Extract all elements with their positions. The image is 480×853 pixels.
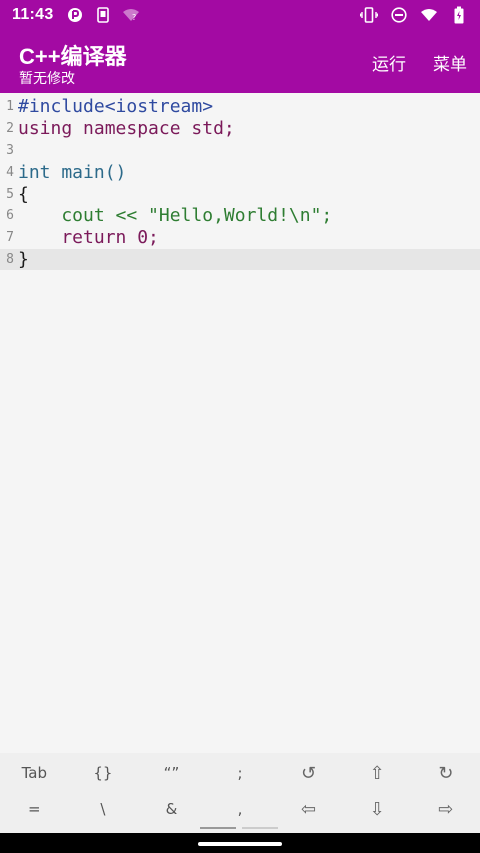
code-text[interactable]: cout << "Hello,World!\n"; xyxy=(16,205,332,226)
line-number: 1 xyxy=(6,99,14,115)
code-text[interactable]: } xyxy=(16,249,29,270)
do-not-disturb-icon xyxy=(390,6,408,24)
braces-key[interactable]: {} xyxy=(69,764,138,782)
code-text[interactable]: using namespace std; xyxy=(16,118,235,139)
line-number: 3 xyxy=(6,142,14,158)
line-number: 2 xyxy=(6,121,14,137)
symbol-row: = \ & , ⇦ ⇩ ⇨ xyxy=(0,791,480,827)
phone-screen-icon xyxy=(94,6,112,24)
semicolon-key[interactable]: ; xyxy=(206,764,275,782)
arrow-left-icon[interactable]: ⇦ xyxy=(274,799,343,820)
code-line[interactable]: 6 cout << "Hello,World!\n"; xyxy=(0,205,480,227)
wifi-signal-icon xyxy=(420,6,438,24)
code-line[interactable]: 7 return 0; xyxy=(0,227,480,249)
code-editor[interactable]: 1 #include<iostream> 2 using namespace s… xyxy=(0,93,480,753)
svg-text:?: ? xyxy=(132,13,136,22)
line-number: 5 xyxy=(6,186,14,202)
menu-button[interactable]: 菜单 xyxy=(433,50,467,75)
run-button[interactable]: 运行 xyxy=(372,50,406,75)
tab-key[interactable]: Tab xyxy=(0,764,69,782)
line-number: 6 xyxy=(6,208,14,224)
arrow-right-icon[interactable]: ⇨ xyxy=(411,799,480,820)
code-line[interactable]: 2 using namespace std; xyxy=(0,118,480,140)
vibrate-icon xyxy=(360,6,378,24)
navigation-bar xyxy=(0,833,480,853)
code-text[interactable]: #include<iostream> xyxy=(16,96,213,117)
line-number: 7 xyxy=(6,230,14,246)
code-line[interactable]: 5 { xyxy=(0,183,480,205)
quotes-key[interactable]: “” xyxy=(137,764,206,782)
home-gesture-handle[interactable] xyxy=(198,842,282,846)
symbol-bar: Tab {} “” ; ↺ ⇧ ↻ = \ & , ⇦ ⇩ ⇨ xyxy=(0,753,480,833)
battery-icon xyxy=(450,6,468,24)
status-time: 11:43 xyxy=(12,6,54,23)
status-bar: 11:43 ? xyxy=(0,0,480,30)
line-number: 8 xyxy=(6,251,14,267)
code-text[interactable]: return 0; xyxy=(16,227,159,248)
equals-key[interactable]: = xyxy=(0,800,69,818)
scroll-indicator xyxy=(200,827,278,829)
undo-icon[interactable]: ↺ xyxy=(274,763,343,784)
scroll-indicator-active xyxy=(200,827,236,829)
ampersand-key[interactable]: & xyxy=(137,800,206,818)
backslash-key[interactable]: \ xyxy=(69,800,138,818)
app-title: C++编译器 xyxy=(19,44,127,69)
arrow-up-icon[interactable]: ⇧ xyxy=(343,763,412,784)
arrow-down-icon[interactable]: ⇩ xyxy=(343,799,412,820)
line-number: 4 xyxy=(6,164,14,180)
symbol-row: Tab {} “” ; ↺ ⇧ ↻ xyxy=(0,755,480,791)
comma-key[interactable]: , xyxy=(206,800,275,818)
code-line[interactable]: 4 int main() xyxy=(0,161,480,183)
app-notification-icon xyxy=(66,6,84,24)
wifi-question-icon: ? xyxy=(122,6,140,24)
redo-icon[interactable]: ↻ xyxy=(411,763,480,784)
code-text[interactable]: int main() xyxy=(16,162,126,183)
app-subtitle: 暂无修改 xyxy=(19,70,75,86)
app-bar: C++编译器 暂无修改 运行 菜单 xyxy=(0,30,480,93)
code-line[interactable]: 1 #include<iostream> xyxy=(0,96,480,118)
code-line-current[interactable]: 8 } xyxy=(0,248,480,271)
scroll-indicator-inactive xyxy=(242,827,278,829)
code-line[interactable]: 3 xyxy=(0,140,480,162)
code-text[interactable]: { xyxy=(16,184,29,205)
